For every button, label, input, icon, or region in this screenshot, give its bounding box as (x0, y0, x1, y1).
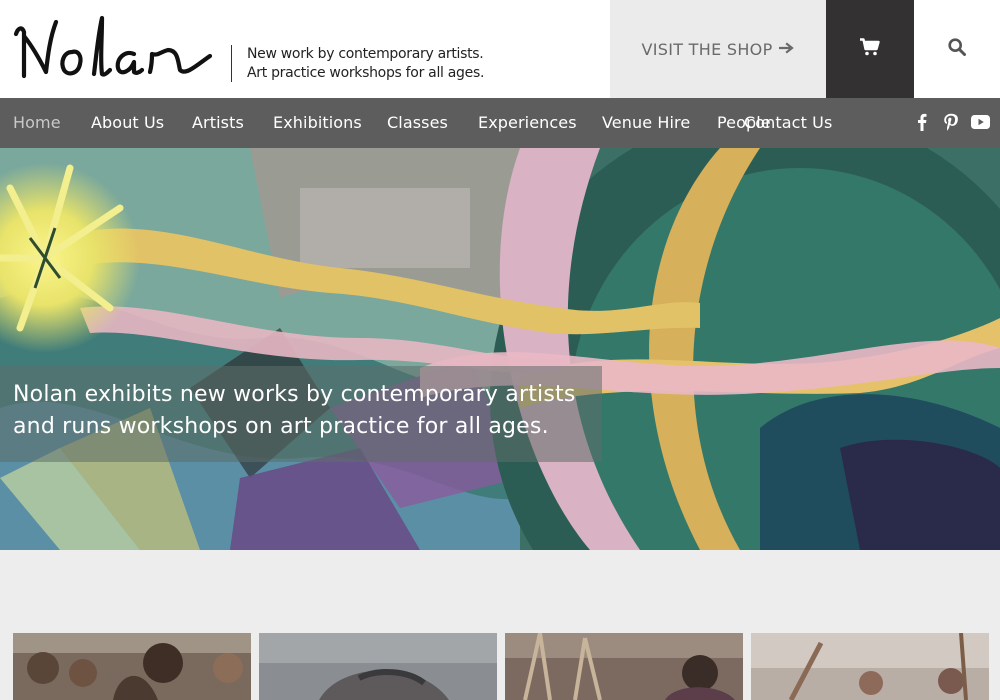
nav-item-venue-hire[interactable]: Venue Hire (602, 113, 690, 132)
nolan-logo[interactable] (10, 14, 215, 84)
search-icon (948, 37, 966, 61)
card-photo-workshop (751, 633, 989, 700)
hero-caption-line-2: and runs workshops on art practice for a… (13, 414, 549, 439)
site-tagline: New work by contemporary artists. Art pr… (247, 45, 484, 83)
hero-caption: Nolan exhibits new works by contemporary… (0, 366, 602, 462)
search-button[interactable] (914, 0, 1000, 98)
feature-cards (0, 633, 1000, 700)
main-nav: Home About Us Artists Exhibitions Classe… (0, 98, 1000, 148)
feature-card[interactable] (751, 633, 989, 700)
nav-item-artists[interactable]: Artists (192, 113, 244, 132)
feature-card[interactable] (505, 633, 743, 700)
tagline-line-2: Art practice workshops for all ages. (247, 65, 485, 81)
visit-shop-label: VISIT THE SHOP (641, 39, 773, 59)
logo-divider (231, 45, 232, 82)
nav-item-about-us[interactable]: About Us (91, 113, 164, 132)
arrow-right-icon (778, 39, 795, 59)
shopping-cart-icon (860, 37, 880, 61)
nav-item-classes[interactable]: Classes (387, 113, 448, 132)
visit-shop-button[interactable]: VISIT THE SHOP (610, 0, 826, 98)
feature-card[interactable] (259, 633, 497, 700)
card-photo-painting (259, 633, 497, 700)
cart-button[interactable] (826, 0, 914, 98)
site-header: New work by contemporary artists. Art pr… (0, 0, 1000, 98)
card-photo-crowd (13, 633, 251, 700)
hero-banner: Nolan exhibits new works by contemporary… (0, 148, 1000, 550)
hero-caption-line-1: Nolan exhibits new works by contemporary… (13, 382, 576, 407)
nav-item-exhibitions[interactable]: Exhibitions (273, 113, 362, 132)
feature-card[interactable] (13, 633, 251, 700)
card-photo-easels (505, 633, 743, 700)
nav-item-contact-us[interactable]: Contact Us (744, 113, 832, 132)
hero-painting (0, 148, 1000, 550)
tagline-line-1: New work by contemporary artists. (247, 46, 484, 62)
pinterest-icon[interactable] (941, 112, 961, 132)
facebook-icon[interactable] (913, 112, 931, 132)
nav-item-home[interactable]: Home (13, 113, 61, 132)
youtube-icon[interactable] (970, 112, 990, 132)
nav-item-experiences[interactable]: Experiences (478, 113, 577, 132)
